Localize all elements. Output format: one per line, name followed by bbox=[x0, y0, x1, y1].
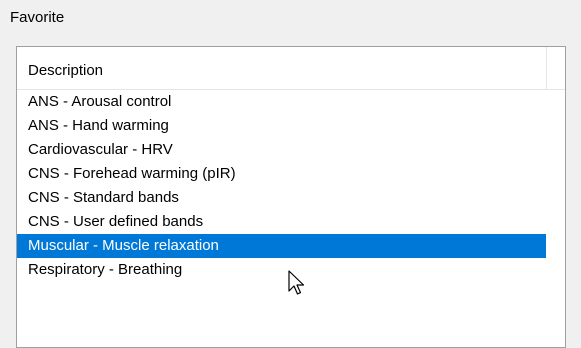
list-item[interactable]: Cardiovascular - HRV bbox=[17, 138, 546, 162]
list-item[interactable]: CNS - Standard bands bbox=[17, 186, 546, 210]
list-item[interactable]: ANS - Arousal control bbox=[17, 90, 546, 114]
mouse-pointer-icon bbox=[288, 270, 305, 295]
column-header-description[interactable]: Description bbox=[17, 47, 565, 90]
list-rows: ANS - Arousal control ANS - Hand warming… bbox=[17, 90, 565, 282]
favorite-listview[interactable]: Description ANS - Arousal control ANS - … bbox=[16, 46, 566, 348]
list-item-selected[interactable]: Muscular - Muscle relaxation bbox=[17, 234, 546, 258]
list-item[interactable]: ANS - Hand warming bbox=[17, 114, 546, 138]
list-item[interactable]: Respiratory - Breathing bbox=[17, 258, 546, 282]
list-item[interactable]: CNS - Forehead warming (pIR) bbox=[17, 162, 546, 186]
column-header-label: Description bbox=[28, 62, 104, 79]
favorite-group-label: Favorite bbox=[10, 9, 65, 26]
column-divider[interactable] bbox=[546, 47, 547, 89]
list-item[interactable]: CNS - User defined bands bbox=[17, 210, 546, 234]
